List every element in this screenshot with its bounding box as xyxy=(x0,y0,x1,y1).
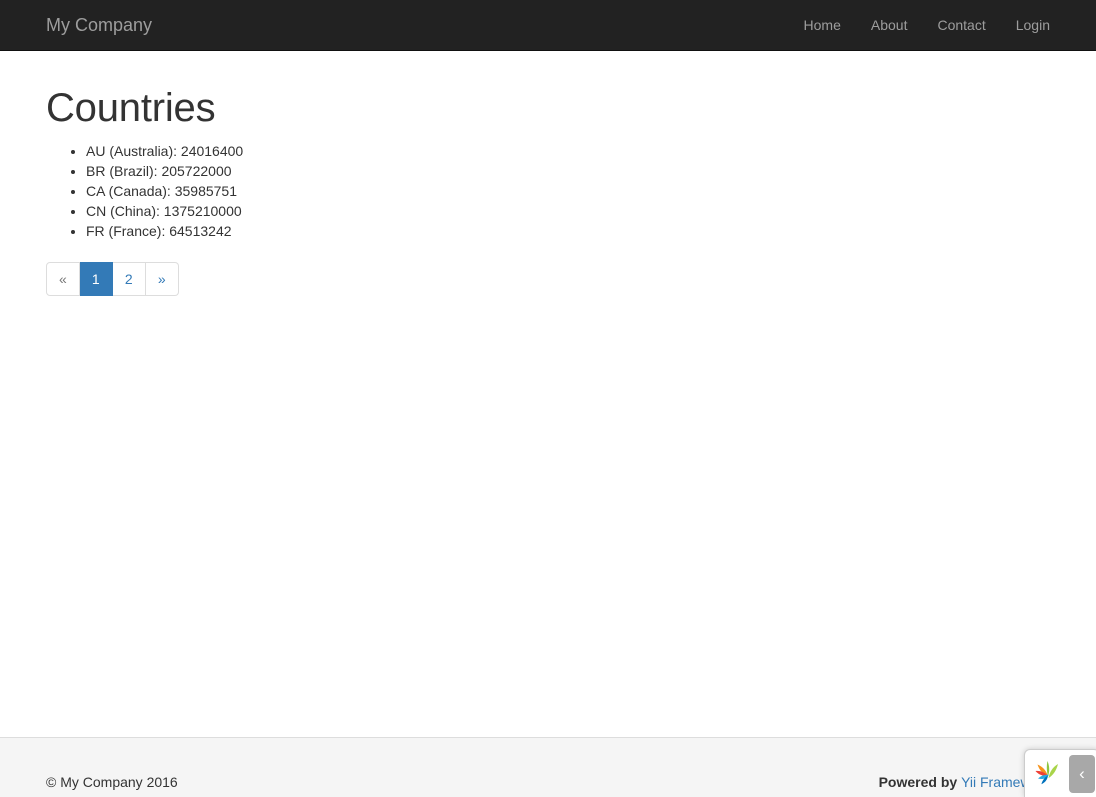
pagination-page-2: 2 xyxy=(113,262,146,296)
footer-container: © My Company 2016 Powered by Yii Framewo… xyxy=(31,738,1065,797)
pagination-next-link[interactable]: » xyxy=(146,262,179,296)
page-title: Countries xyxy=(46,51,1050,130)
debug-toolbar-toggle-icon[interactable]: ‹ xyxy=(1069,755,1095,793)
list-item: CA (Canada): 35985751 xyxy=(86,181,1050,201)
list-item: AU (Australia): 24016400 xyxy=(86,141,1050,161)
pagination: « 1 2 » xyxy=(46,262,179,296)
nav-link-home[interactable]: Home xyxy=(789,0,856,50)
nav-link-login[interactable]: Login xyxy=(1001,0,1065,50)
main-content: Countries AU (Australia): 24016400 BR (B… xyxy=(0,51,1096,316)
pagination-page-link-2[interactable]: 2 xyxy=(113,262,146,296)
nav-link-contact[interactable]: Contact xyxy=(922,0,1000,50)
list-item: CN (China): 1375210000 xyxy=(86,201,1050,221)
pagination-next: » xyxy=(146,262,179,296)
nav-item-contact: Contact xyxy=(922,0,1000,50)
footer: © My Company 2016 Powered by Yii Framewo… xyxy=(0,737,1096,797)
content-container: Countries AU (Australia): 24016400 BR (B… xyxy=(31,51,1065,316)
nav-item-about: About xyxy=(856,0,923,50)
pagination-prev-link[interactable]: « xyxy=(46,262,80,296)
navbar-container: My Company Home About Contact Login xyxy=(31,0,1065,50)
footer-copyright: © My Company 2016 xyxy=(46,772,178,792)
navbar-nav: Home About Contact Login xyxy=(789,0,1065,50)
yii-logo-icon xyxy=(1031,757,1065,791)
nav-item-home: Home xyxy=(789,0,856,50)
navbar-brand[interactable]: My Company xyxy=(31,0,167,50)
nav-item-login: Login xyxy=(1001,0,1065,50)
nav-link-about[interactable]: About xyxy=(856,0,923,50)
country-list: AU (Australia): 24016400 BR (Brazil): 20… xyxy=(46,141,1050,241)
pagination-page-1: 1 xyxy=(80,262,113,296)
list-item: BR (Brazil): 205722000 xyxy=(86,161,1050,181)
page-root: My Company Home About Contact Login Coun… xyxy=(0,0,1096,797)
debug-toolbar[interactable]: ‹ xyxy=(1024,749,1096,797)
list-item: FR (France): 64513242 xyxy=(86,221,1050,241)
pagination-page-link-1[interactable]: 1 xyxy=(80,262,113,296)
navbar: My Company Home About Contact Login xyxy=(0,0,1096,51)
footer-powered-by-text: Powered by xyxy=(879,774,961,790)
pagination-prev: « xyxy=(46,262,80,296)
